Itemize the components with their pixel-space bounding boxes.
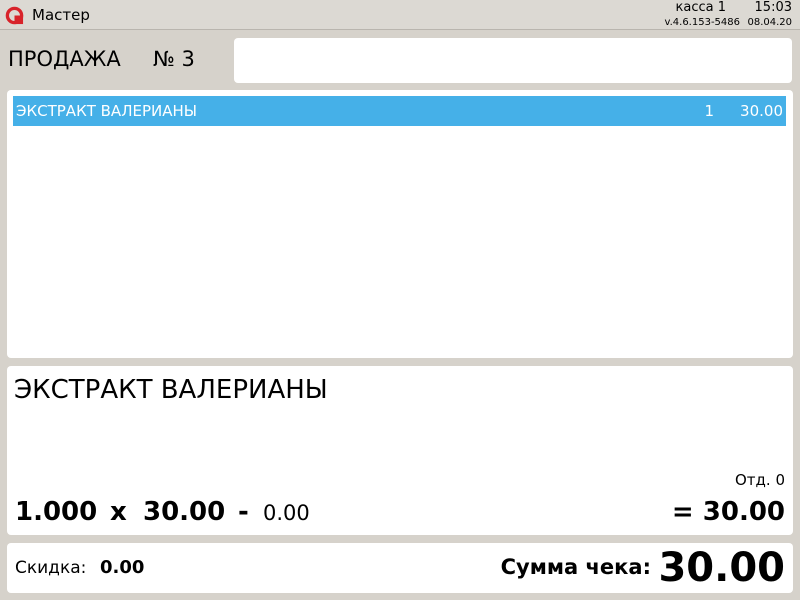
item-price: 30.00: [740, 102, 783, 120]
item-details-panel: ЭКСТРАКТ ВАЛЕРИАНЫ Отд. 0 1.000 x 30.00 …: [7, 366, 793, 535]
detail-price: 30.00: [143, 497, 226, 527]
items-list[interactable]: ЭКСТРАКТ ВАЛЕРИАНЫ 1 30.00: [7, 90, 793, 358]
title-bar: Мастер касса 1 15:03 v.4.6.153-5486 08.0…: [0, 0, 800, 30]
clock: 15:03: [754, 0, 792, 15]
multiply-sign: x: [110, 497, 127, 527]
detail-quantity: 1.000: [15, 497, 98, 527]
discount-label: Скидка:: [15, 558, 87, 578]
discount-value: 0.00: [100, 557, 145, 578]
sale-title: ПРОДАЖА: [8, 47, 121, 71]
receipt-sum-value: 30.00: [658, 545, 785, 591]
receipt-sum-label: Сумма чека:: [500, 555, 651, 579]
detail-discount: 0.00: [263, 501, 310, 525]
detail-item-name: ЭКСТРАКТ ВАЛЕРИАНЫ: [14, 375, 328, 405]
item-row-selected[interactable]: ЭКСТРАКТ ВАЛЕРИАНЫ 1 30.00: [13, 96, 786, 126]
item-quantity: 1: [704, 102, 714, 120]
barcode-input[interactable]: [234, 38, 792, 83]
minus-sign: -: [238, 497, 249, 527]
app-title: Мастер: [32, 6, 90, 24]
sale-number: № 3: [153, 47, 195, 71]
item-name: ЭКСТРАКТ ВАЛЕРИАНЫ: [16, 102, 197, 120]
register-label: касса 1: [675, 0, 726, 15]
department-label: Отд. 0: [735, 471, 785, 489]
date-label: 08.04.20: [747, 17, 792, 28]
detail-total: = 30.00: [671, 497, 785, 527]
receipt-summary: Скидка: 0.00 Сумма чека: 30.00: [7, 543, 793, 593]
app-logo-icon: [5, 6, 24, 25]
version-label: v.4.6.153-5486: [664, 17, 740, 28]
